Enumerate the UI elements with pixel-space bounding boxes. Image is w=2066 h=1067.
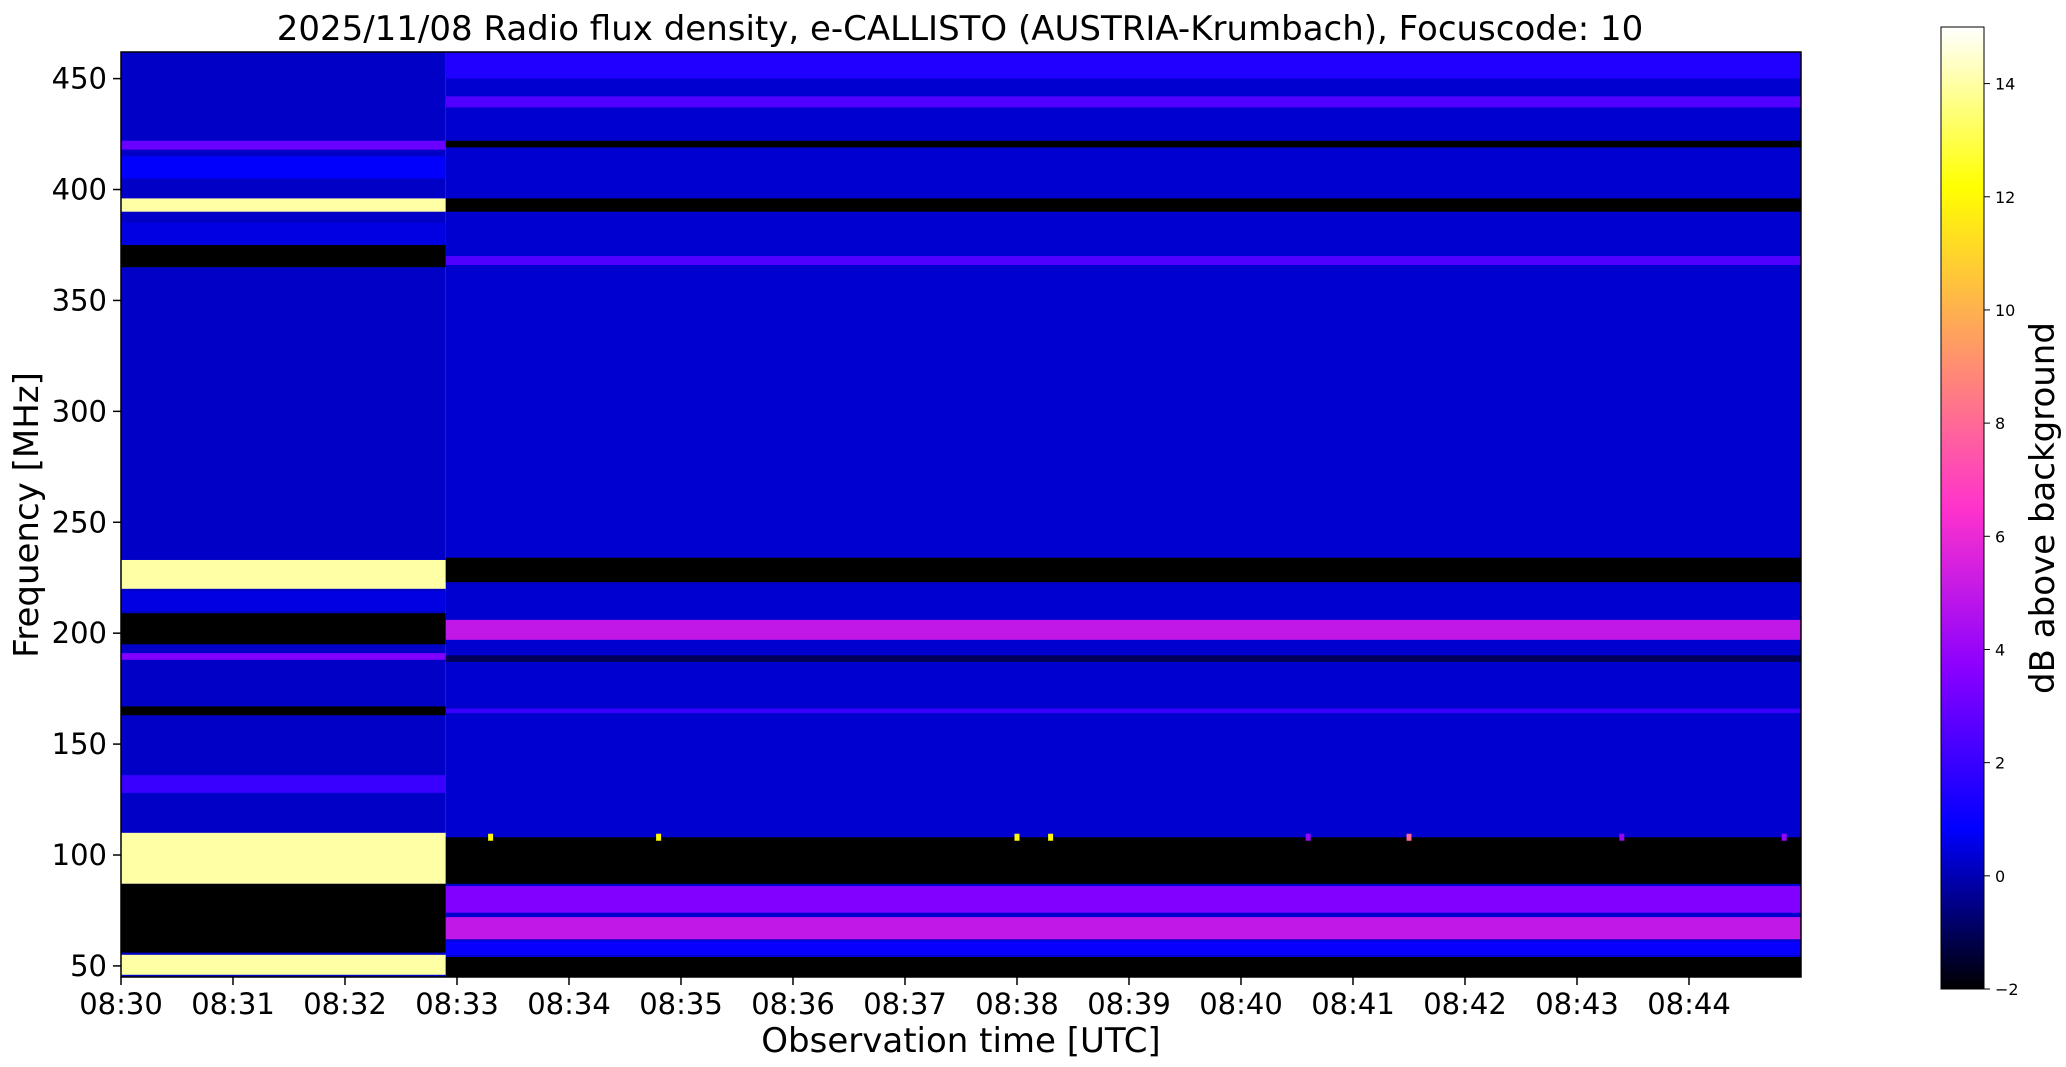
y-tick-label: 200 [52,616,107,650]
bright-spot-7 [1781,833,1787,841]
colorbar-label: dB above background [2023,322,2063,694]
x-tick-label: 08:44 [1647,987,1731,1021]
band-1-1 [445,96,1801,108]
y-tick-label: 400 [52,173,107,207]
colorbar-tick-label: 10 [1995,301,2015,320]
x-axis-label: Observation time [UTC] [761,1021,1160,1061]
band-1-6 [445,619,1801,640]
band-1-5 [445,557,1801,583]
spectrogram-plot [121,52,1801,977]
x-tick-label: 08:41 [1311,987,1395,1021]
y-tick-label: 300 [52,394,107,428]
x-tick-label: 08:30 [79,987,163,1021]
band-0-9 [121,706,446,716]
y-tick-label: 150 [52,727,107,761]
y-tick-label: 250 [52,505,107,539]
colorbar-tick-label: 2 [1995,754,2005,773]
band-1-12 [445,941,1801,955]
band-0-12 [121,883,446,953]
bright-spot-4 [1305,833,1311,841]
band-0-6 [121,591,446,611]
band-0-7 [121,613,446,645]
bright-spot-1 [656,833,662,841]
bright-spot-0 [488,833,494,841]
y-axis-label: Frequency [MHz] [7,372,47,658]
colorbar-tick-label: 8 [1995,414,2005,433]
band-0-11 [121,832,446,884]
band-1-0 [445,52,1801,79]
y-tick-label: 450 [52,62,107,96]
colorbar [1940,26,1985,990]
x-tick-label: 08:35 [639,987,723,1021]
colorbar-tick-label: 4 [1995,640,2005,659]
colorbar-tick-label: 0 [1995,867,2005,886]
band-0-0 [121,140,446,150]
bright-spot-5 [1406,833,1412,841]
x-tick-label: 08:37 [863,987,947,1021]
x-tick-label: 08:38 [975,987,1059,1021]
band-1-2 [445,140,1801,148]
colorbar-tick-label: −2 [1995,980,2019,999]
band-1-13 [445,957,1801,977]
band-0-4 [121,244,446,268]
x-tick-label: 08:40 [1199,987,1283,1021]
band-0-8 [121,653,446,660]
x-tick-label: 08:32 [303,987,387,1021]
band-1-11 [445,917,1801,940]
chart-title: 2025/11/08 Radio flux density, e-CALLIST… [277,9,1644,49]
x-tick-label: 08:33 [415,987,499,1021]
y-axis: 50 100 150 200 250 300 350 400 450 [52,62,121,983]
y-tick-label: 350 [52,283,107,317]
x-tick-label: 08:34 [527,987,611,1021]
band-1-7 [445,655,1801,663]
bright-spot-6 [1619,833,1625,841]
band-1-9 [445,837,1801,884]
x-tick-label: 08:43 [1535,987,1619,1021]
band-0-1 [121,156,446,179]
band-1-3 [445,198,1801,212]
band-0-2 [121,198,446,212]
x-tick-label: 08:39 [1087,987,1171,1021]
band-1-4 [445,256,1801,265]
band-0-5 [121,559,446,589]
colorbar-tick-label: 6 [1995,527,2005,546]
colorbar-tick-label: 12 [1995,188,2015,207]
band-0-3 [121,222,446,245]
band-0-13 [121,954,446,975]
x-tick-label: 08:36 [751,987,835,1021]
x-tick-label: 08:31 [191,987,275,1021]
y-tick-label: 100 [52,838,107,872]
y-tick-label: 50 [70,949,107,983]
x-axis: 08:30 08:31 08:32 08:33 08:34 08:35 08:36 08:37… [79,977,1731,1021]
bright-spot-2 [1014,833,1020,841]
colorbar-axis: −2 0 2 4 6 8 10 12 14 [1984,75,2019,999]
x-tick-label: 08:42 [1423,987,1507,1021]
bright-spot-3 [1048,833,1054,841]
colorbar-tick-label: 14 [1995,75,2015,94]
band-1-8 [445,708,1801,714]
band-1-10 [445,886,1801,913]
band-0-10 [121,775,446,793]
spectrogram-figure: 2025/11/08 Radio flux density, e-CALLIST… [7,9,2063,1061]
